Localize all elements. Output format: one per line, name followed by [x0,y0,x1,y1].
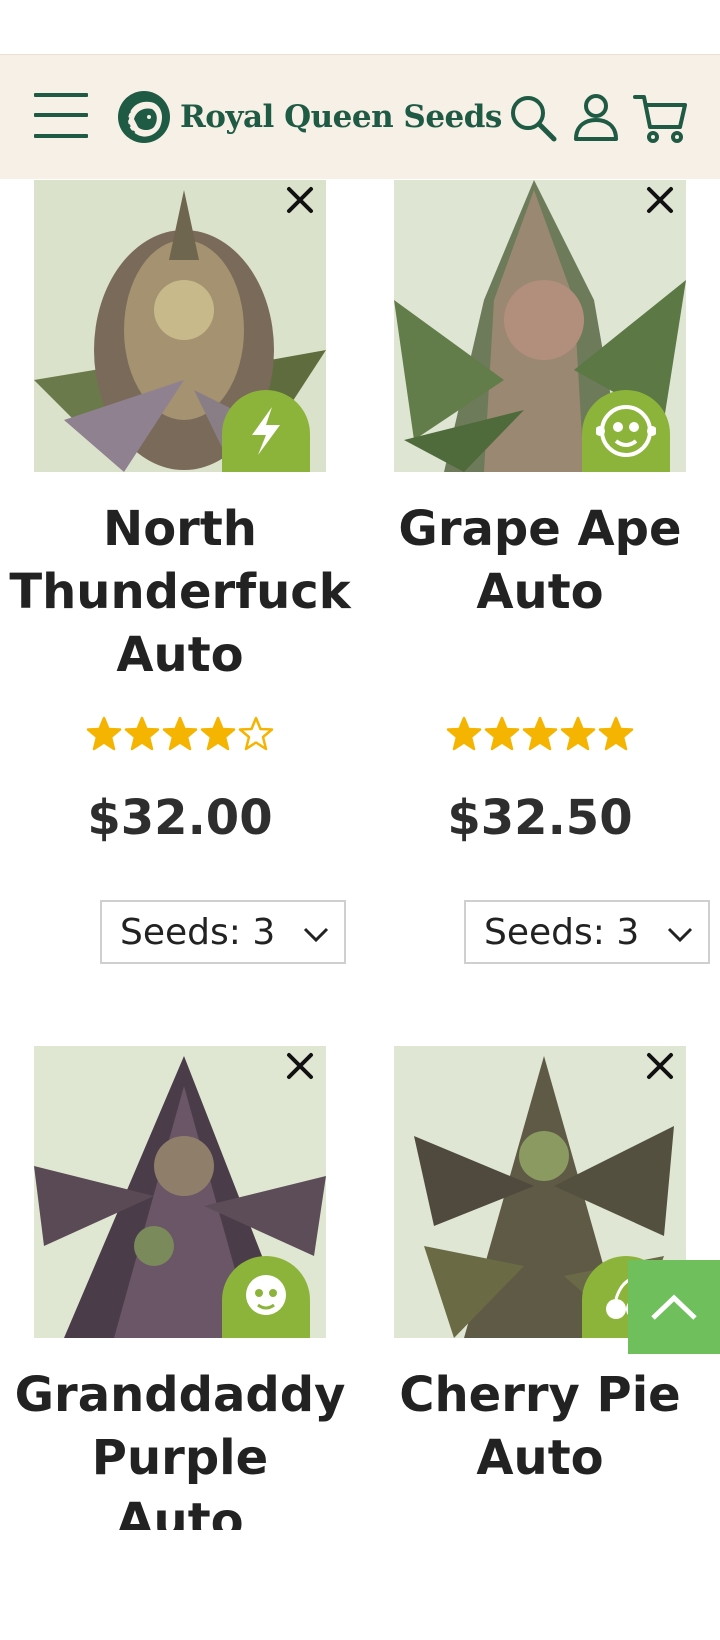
site-header: Royal Queen Seeds [0,54,720,179]
monkey-face-icon [582,390,670,472]
remove-close-icon[interactable] [282,1048,318,1084]
product-name[interactable]: Grape Ape Auto [360,498,720,624]
remove-close-icon[interactable] [642,182,678,218]
cart-icon[interactable] [632,89,688,145]
product-image[interactable] [34,1046,326,1338]
star-filled-icon [86,716,122,751]
lion-logo-icon [118,91,170,143]
star-filled-icon [124,716,160,751]
chevron-down-icon [667,927,693,943]
product-name[interactable]: North Thunderfuck Auto [0,498,360,687]
rating-stars [360,716,720,756]
viewport-bottom-cutoff [0,1530,720,1640]
star-empty-icon [238,716,274,751]
user-icon[interactable] [568,89,624,145]
hamburger-menu-icon[interactable] [34,93,88,139]
seeds-quantity-select[interactable]: Seeds: 3 [464,900,710,964]
old-man-face-icon [222,1256,310,1338]
search-icon[interactable] [504,89,560,145]
brand-name: Royal Queen Seeds [180,99,502,135]
remove-close-icon[interactable] [642,1048,678,1084]
brand-logo[interactable]: Royal Queen Seeds [116,89,502,145]
scroll-to-top-button[interactable] [628,1260,720,1354]
rating-stars [0,716,360,756]
product-name[interactable]: Granddaddy Purple Auto [0,1364,360,1553]
star-filled-icon [162,716,198,751]
star-filled-icon [484,716,520,751]
product-image[interactable] [394,180,686,472]
star-filled-icon [200,716,236,751]
product-card[interactable]: North Thunderfuck Auto $32.00 Seeds: 3 [0,180,351,1000]
product-price: $32.00 [87,790,273,846]
product-name[interactable]: Cherry Pie Auto [360,1364,720,1490]
product-price: $32.50 [447,790,633,846]
star-filled-icon [598,716,634,751]
chevron-up-icon [651,1294,697,1320]
lightning-icon [222,390,310,472]
product-card[interactable]: Granddaddy Purple Auto [0,1046,345,1549]
star-filled-icon [446,716,482,751]
star-filled-icon [522,716,558,751]
product-card[interactable]: Grape Ape Auto $32.50 Seeds: 3 [360,180,710,1000]
product-image[interactable] [34,180,326,472]
star-filled-icon [560,716,596,751]
seeds-quantity-select[interactable]: Seeds: 3 [100,900,346,964]
chevron-down-icon [303,927,329,943]
remove-close-icon[interactable] [282,182,318,218]
